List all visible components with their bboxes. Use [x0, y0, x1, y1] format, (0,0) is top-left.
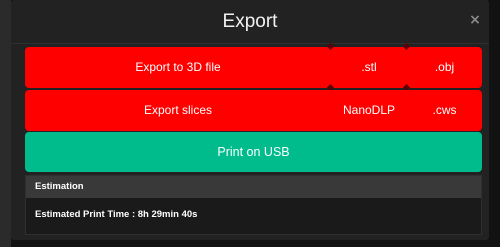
estimated-print-time: Estimated Print Time : 8h 29min 40s	[35, 209, 198, 220]
estimation-panel: Estimation Estimated Print Time : 8h 29m…	[25, 175, 482, 235]
export-slices-button[interactable]: Export slices	[25, 90, 331, 131]
export-stl-button[interactable]: .stl	[331, 47, 407, 88]
print-on-usb-button[interactable]: Print on USB	[25, 132, 482, 172]
estimation-panel-title: Estimation	[35, 181, 84, 192]
modal-title: Export	[222, 11, 278, 32]
export-obj-button[interactable]: .obj	[407, 47, 482, 88]
estimation-panel-header: Estimation	[26, 176, 481, 198]
export-modal: Export × Export to 3D file .stl .obj Exp…	[11, 0, 489, 240]
export-nanodlp-button[interactable]: NanoDLP	[331, 90, 407, 131]
modal-header: Export ×	[11, 0, 489, 44]
export-3d-file-button[interactable]: Export to 3D file	[25, 47, 331, 88]
close-icon[interactable]: ×	[467, 12, 483, 28]
background-panel-edge	[0, 0, 11, 247]
export-cws-button[interactable]: .cws	[407, 90, 482, 131]
